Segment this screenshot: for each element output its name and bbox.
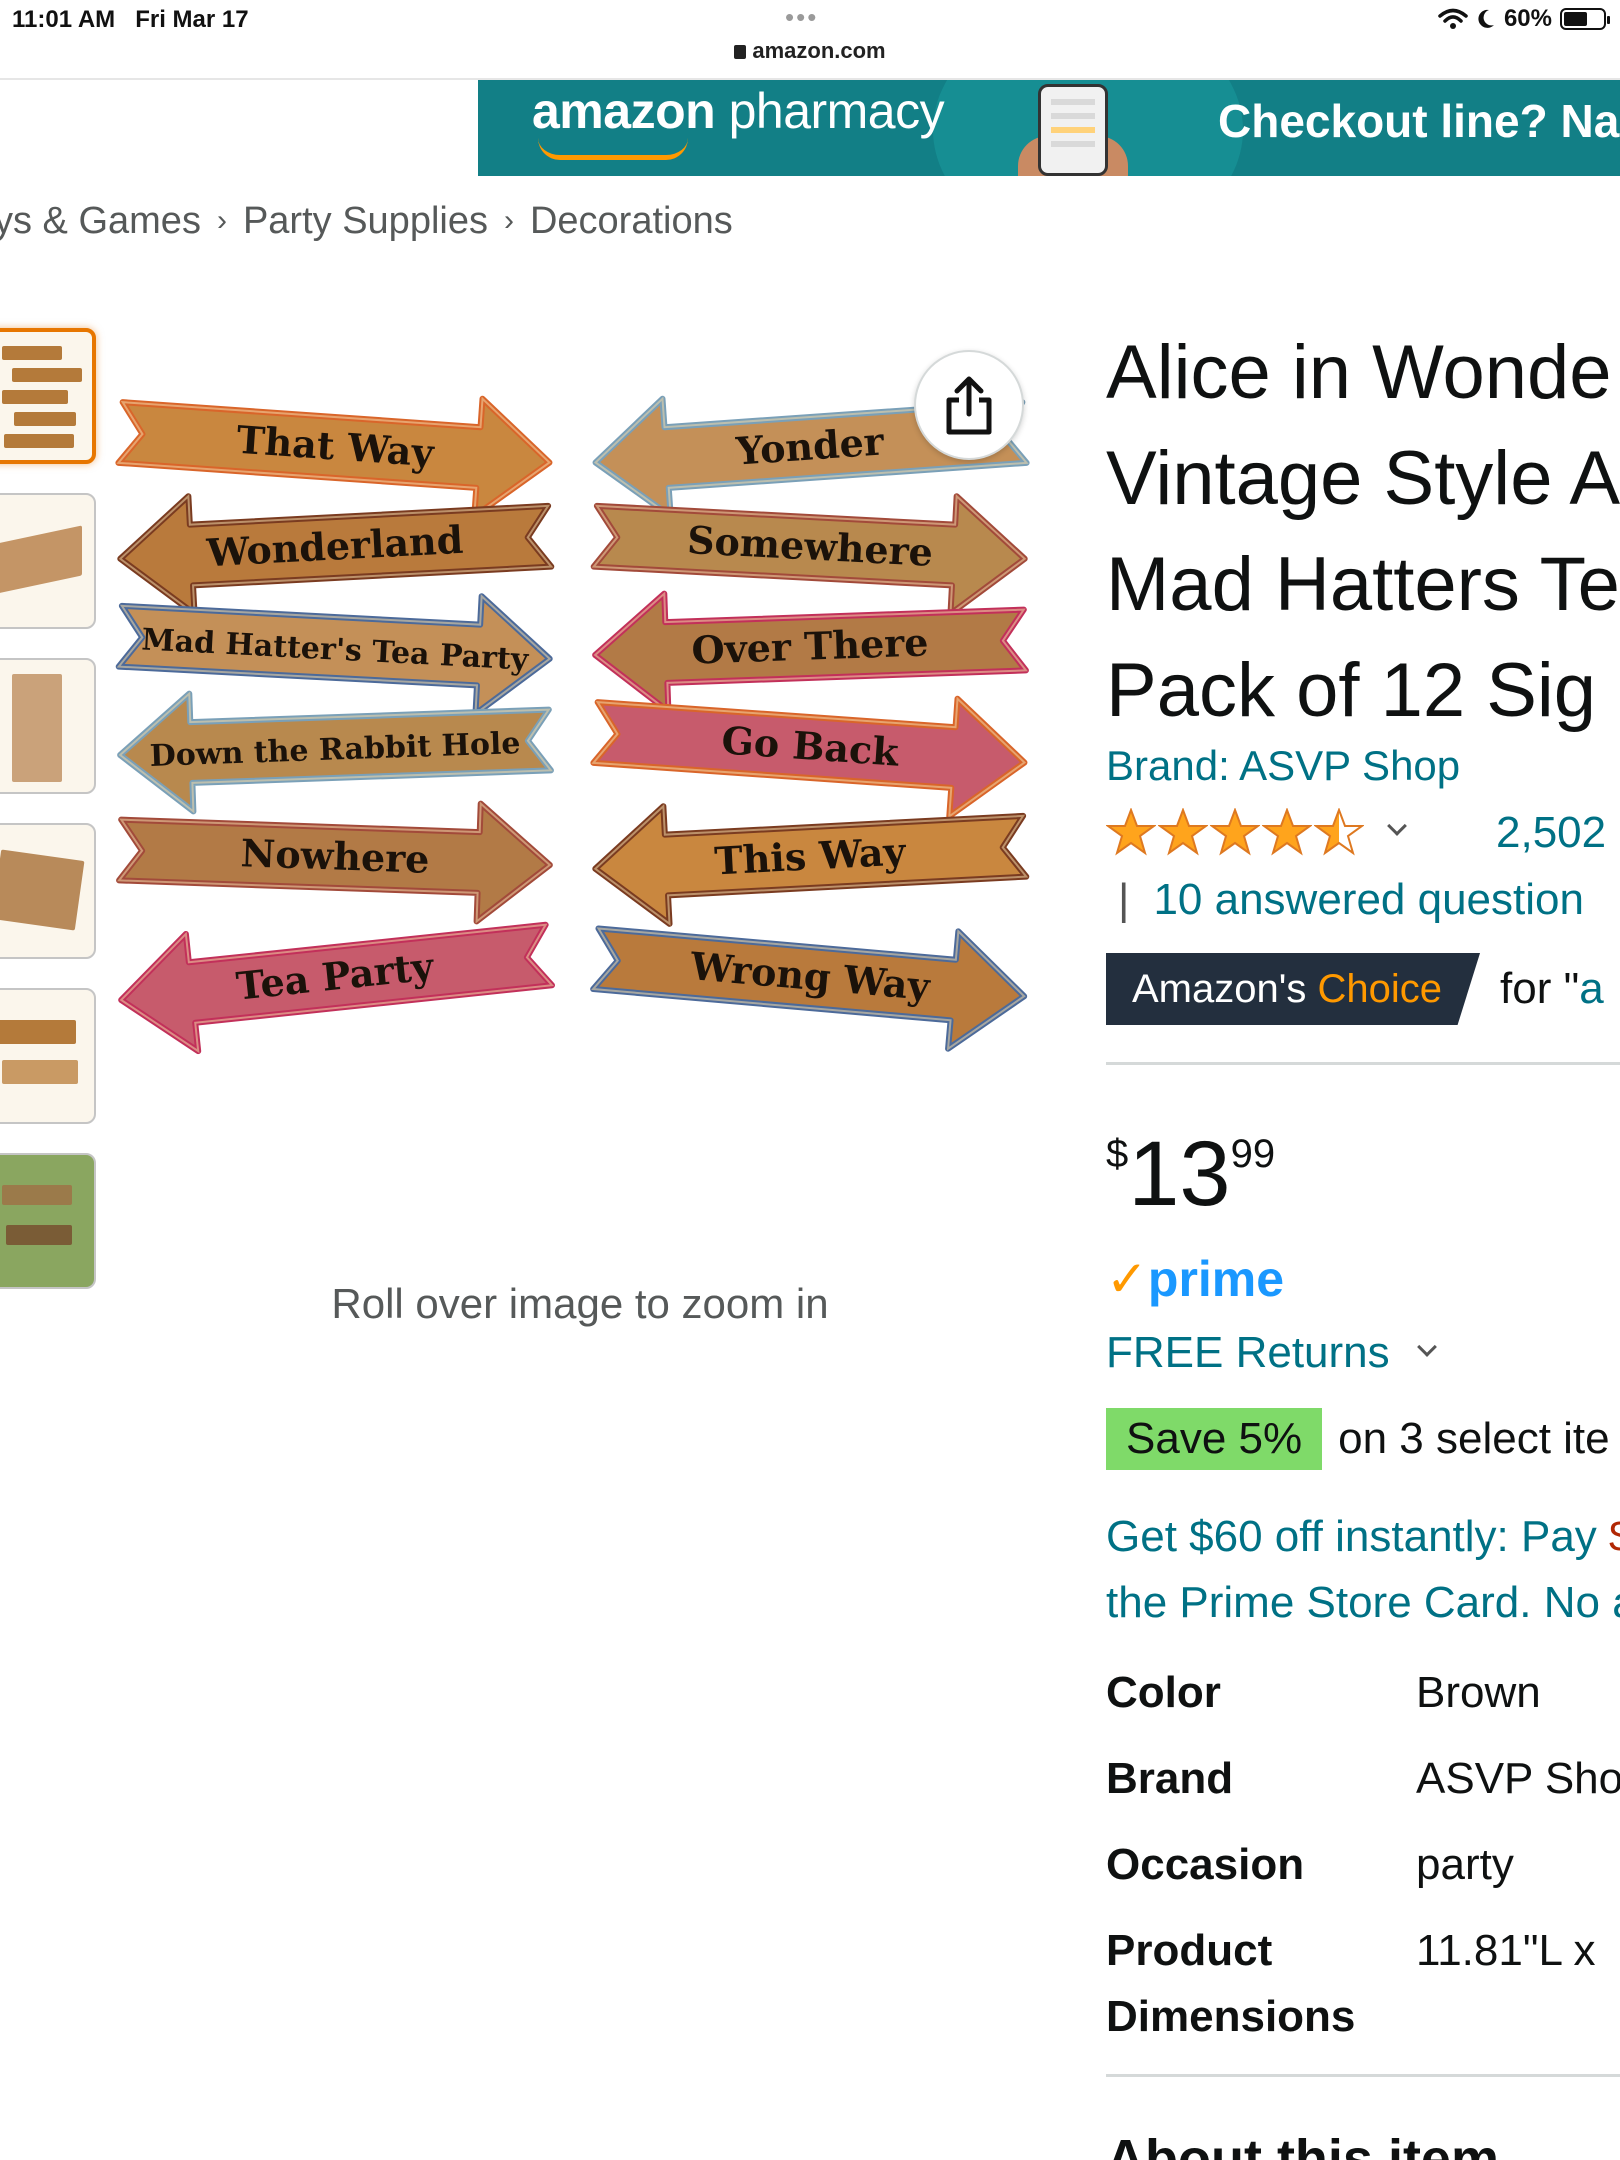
sign-label: Over There — [691, 619, 929, 672]
status-bar: 11:01 AM Fri Mar 17 ••• 60% amazon.com — [0, 0, 1620, 80]
product-title: Alice in Wonde Vintage Style A Mad Hatte… — [1106, 330, 1620, 733]
phone-graphic — [1038, 84, 1108, 176]
thumbnail-strip — [0, 328, 96, 1318]
answered-questions-link[interactable]: | 10 answered question — [1118, 875, 1584, 925]
divider — [1106, 2074, 1620, 2077]
star-icon — [1210, 808, 1260, 856]
price: $1399 — [1106, 1123, 1276, 1225]
lock-icon — [734, 45, 747, 59]
star-icon — [1314, 808, 1364, 856]
banner-cta-text: Checkout line? Na — [1218, 95, 1620, 147]
spec-row: Color Brown — [1106, 1668, 1541, 1717]
sign-label: Nowhere — [240, 830, 430, 882]
spec-row: Product Dimensions 11.81"L x — [1106, 1926, 1596, 2041]
prime-check-icon: ✓ — [1106, 1251, 1148, 1307]
amazon-smile-icon — [538, 138, 688, 160]
wifi-icon — [1438, 8, 1468, 29]
amazons-choice-badge: Amazon's Choice — [1106, 953, 1481, 1025]
thumbnail[interactable] — [0, 493, 96, 629]
amazons-choice: Amazon's Choice for "a — [1106, 953, 1604, 1025]
battery-percent: 60% — [1503, 5, 1552, 32]
breadcrumb: ys & Games › Party Supplies › Decorations — [0, 200, 733, 243]
spec-row: Occasion party — [1106, 1840, 1514, 1889]
ratings-count-link[interactable]: 2,502 — [1496, 808, 1606, 858]
status-time: 11:01 AM Fri Mar 17 — [12, 6, 249, 33]
sign-arrow-left: Nowhere — [116, 800, 553, 925]
thumbnail[interactable] — [0, 1153, 96, 1289]
breadcrumb-link[interactable]: ys & Games — [0, 200, 201, 242]
breadcrumb-link[interactable]: Party Supplies — [243, 200, 488, 242]
moon-icon — [1478, 9, 1494, 28]
chevron-right-icon: › — [503, 204, 514, 237]
chevron-down-icon — [1387, 816, 1407, 836]
zoom-hint: Roll over image to zoom in — [331, 1280, 829, 1327]
sign-arrow-right: Wrong Way — [590, 925, 1028, 1052]
breadcrumb-link[interactable]: Decorations — [530, 200, 733, 242]
product-image[interactable]: That Way YonderWonderland SomewhereMad Hat… — [100, 340, 1060, 1220]
multitask-dots-icon[interactable]: ••• — [785, 2, 818, 33]
thumbnail[interactable] — [0, 988, 96, 1124]
save-promo: Save 5% on 3 select ite — [1106, 1408, 1610, 1470]
free-returns-link[interactable]: FREE Returns — [1106, 1328, 1437, 1378]
thumbnail[interactable] — [0, 823, 96, 959]
url-bar[interactable]: amazon.com — [0, 38, 1620, 64]
chevron-down-icon — [1416, 1337, 1437, 1357]
pharmacy-logo: amazon pharmacy — [532, 83, 945, 139]
thumbnail[interactable] — [0, 328, 96, 464]
spec-row: Brand ASVP Sho — [1106, 1754, 1620, 1803]
thumbnail[interactable] — [0, 658, 96, 794]
about-heading: About this item — [1106, 2129, 1499, 2160]
chevron-right-icon: › — [216, 204, 227, 237]
save-badge: Save 5% — [1106, 1408, 1323, 1470]
divider — [1106, 1062, 1620, 1065]
product-specs: Color Brown Brand ASVP Sho Occasion part… — [1106, 1660, 1620, 2070]
prime-card-promo-link[interactable]: Get $60 off instantly: Pay $ the Prime S… — [1106, 1504, 1620, 1636]
sign-arrow-left: Tea Party — [118, 921, 555, 1055]
star-icon — [1262, 808, 1312, 856]
pharmacy-banner-ad[interactable]: amazon pharmacy Checkout line? Na — [478, 80, 1620, 176]
rating-stars[interactable] — [1106, 808, 1407, 856]
star-icon — [1158, 808, 1208, 856]
share-icon — [946, 376, 992, 435]
share-button[interactable] — [914, 350, 1024, 460]
battery-icon — [1560, 8, 1610, 30]
choice-for-text: for "a — [1500, 964, 1604, 1013]
status-indicators: 60% — [1438, 5, 1610, 33]
save-text[interactable]: on 3 select ite — [1338, 1414, 1610, 1464]
star-icon — [1106, 808, 1156, 856]
prime-badge: ✓prime — [1106, 1251, 1285, 1307]
brand-link[interactable]: Brand: ASVP Shop — [1106, 742, 1460, 790]
